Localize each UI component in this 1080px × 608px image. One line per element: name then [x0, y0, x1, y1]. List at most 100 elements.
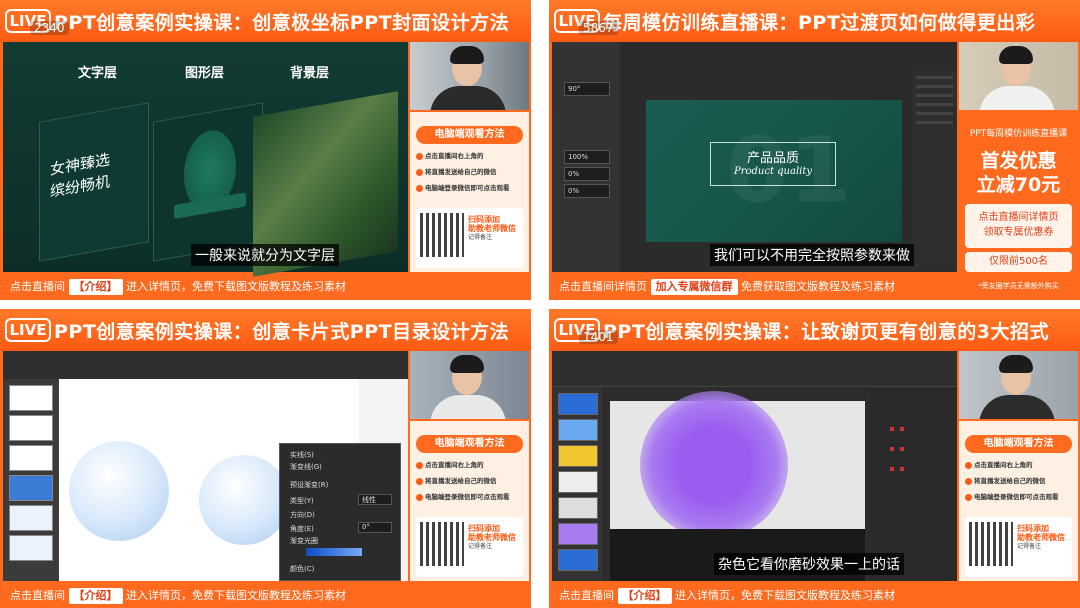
step-3: 电脑端登录微信即可点击观看: [416, 491, 524, 501]
dialog-row: 方向(D): [290, 511, 315, 519]
intro-tag[interactable]: 【介绍】: [68, 588, 123, 604]
bottom-prefix: 点击直播间: [559, 589, 614, 602]
bottom-prefix: 点击直播间: [10, 589, 65, 602]
text-layer-panel: 女神臻选 缤纷畅机: [39, 102, 149, 262]
step-bullet-icon: [416, 461, 423, 469]
qr-card[interactable]: 扫码添加 助教老师微信 记得备注: [416, 208, 523, 268]
dialog-row: 类型(Y): [290, 497, 314, 505]
gradient-stops-bar[interactable]: [306, 548, 362, 556]
promo-line-1: 首发优惠: [980, 150, 1057, 172]
dialog-row[interactable]: 实线(S): [290, 450, 314, 460]
qr-card[interactable]: 扫码添加 助教老师微信 记得备注: [965, 517, 1072, 577]
bottom-prefix: 点击直播间详情页: [559, 280, 647, 293]
title-bar: LIVE PPT创意案例实操课：创意卡片式PPT目录设计方法: [0, 309, 531, 351]
right-pane: [870, 387, 957, 581]
side-header: 电脑端观看方法: [416, 435, 523, 453]
sphere-shape[interactable]: [69, 441, 169, 541]
qr-note: 记得备注: [468, 234, 493, 241]
shared-screen: 实线(S) 渐变线(G) 预设渐变(R) 类型(Y) 线性 方向(D) 角度(E…: [3, 351, 408, 581]
step-2: 将直播发送给自己的微信: [965, 475, 1073, 485]
bottom-suffix: 进入详情页，免费下载图文版教程及练习素材: [675, 589, 895, 602]
slide-thumbnail[interactable]: [558, 523, 598, 545]
live-tile-1[interactable]: LIVE PPT创意案例实操课：创意极坐标PPT封面设计方法 2340 文字层 …: [0, 0, 531, 300]
title-bar: LIVE 每周模仿训练直播课：PPT过渡页如何做得更出彩 5867: [549, 0, 1080, 42]
slide-thumbnail[interactable]: [9, 475, 53, 501]
position-field[interactable]: 100%: [564, 150, 610, 164]
subtitle-caption: 一般来说就分为文字层: [191, 244, 339, 266]
side-header: 电脑端观看方法: [416, 126, 523, 144]
live-badge: LIVE: [5, 318, 51, 342]
presenter-camera: [410, 351, 529, 419]
slide-thumbnail[interactable]: [558, 393, 598, 415]
side-panel: 电脑端观看方法 点击直播间右上角的 将直播发送给自己的微信 电脑端登录微信即可点…: [410, 421, 529, 581]
coupon-line-2: 领取专属优惠券: [983, 227, 1054, 238]
title-bar: LIVE PPT创意案例实操课：创意极坐标PPT封面设计方法 2340: [0, 0, 531, 42]
presenter-camera: [959, 42, 1078, 110]
transparency-field[interactable]: 0%: [564, 167, 610, 181]
shared-screen: 文字层 图形层 背景层 女神臻选 缤纷畅机 一般来说就分为文字层: [3, 42, 408, 277]
angle-field[interactable]: 90°: [564, 82, 610, 96]
wechat-group-tag[interactable]: 加入专属微信群: [650, 279, 738, 295]
slide-thumbnail[interactable]: [9, 415, 53, 441]
intro-tag[interactable]: 【介绍】: [617, 588, 672, 604]
slide-thumbnail[interactable]: [558, 497, 598, 519]
qr-card[interactable]: 扫码添加 助教老师微信 记得备注: [416, 517, 523, 577]
shared-screen: 杂色它看你磨砂效果一上的话: [552, 351, 957, 581]
live-tile-2[interactable]: LIVE 每周模仿训练直播课：PPT过渡页如何做得更出彩 5867 90° 10…: [549, 0, 1080, 300]
subtitle-caption: 杂色它看你磨砂效果一上的话: [714, 553, 904, 575]
shape-layer-panel: [153, 102, 263, 262]
qr-code-icon[interactable]: [969, 522, 1013, 566]
slide-thumbnails: [552, 387, 602, 581]
type-select[interactable]: 线性: [358, 494, 392, 505]
frosted-circle-shape[interactable]: [640, 391, 788, 539]
stream-title: PPT创意案例实操课：创意极坐标PPT封面设计方法: [54, 12, 510, 34]
promo-course: PPT每周模仿训练直播课: [969, 129, 1068, 139]
ppt-ribbon: [3, 351, 408, 379]
slide-thumbnail[interactable]: [9, 505, 53, 531]
steps-list: 点击直播间右上角的 将直播发送给自己的微信 电脑端登录微信即可点击观看: [416, 150, 524, 198]
dialog-row[interactable]: 渐变线(G): [290, 462, 322, 472]
qr-note: 记得备注: [468, 543, 493, 550]
stream-title: PPT创意案例实操课：让致谢页更有创意的3大招式: [603, 321, 1050, 343]
presenter-camera: [410, 42, 529, 110]
bottom-bar: 点击直播间 【介绍】 进入详情页，免费下载图文版教程及练习素材: [549, 585, 959, 607]
step-bullet-icon: [416, 477, 423, 485]
qr-code-icon[interactable]: [420, 213, 464, 257]
slide-thumbnail[interactable]: [558, 549, 598, 571]
step-bullet-icon: [416, 152, 423, 160]
promo-panel: PPT每周模仿训练直播课 首发优惠 立减70元 点击直播间详情页 领取专属优惠券…: [959, 112, 1078, 296]
steps-list: 点击直播间右上角的 将直播发送给自己的微信 电脑端登录微信即可点击观看: [416, 459, 524, 507]
step-bullet-icon: [965, 493, 972, 501]
slide-en-title: Product quality: [733, 166, 813, 177]
coupon-line-1: 点击直播间详情页: [978, 212, 1059, 223]
layer-label-background: 背景层: [290, 66, 330, 81]
slide-thumbnail[interactable]: [558, 471, 598, 493]
dialog-row: 颜色(C): [290, 565, 315, 573]
coupon-button[interactable]: 点击直播间详情页 领取专属优惠券: [965, 204, 1072, 248]
bottom-suffix: 免费获取图文版教程及练习素材: [741, 280, 895, 293]
stream-title: PPT创意案例实操课：创意卡片式PPT目录设计方法: [54, 321, 510, 343]
bottom-suffix: 进入详情页，免费下载图文版教程及练习素材: [126, 280, 346, 293]
right-pane: [912, 70, 957, 270]
live-tile-3[interactable]: LIVE PPT创意案例实操课：创意卡片式PPT目录设计方法 实线(S) 渐变线…: [0, 309, 531, 608]
live-grid: LIVE PPT创意案例实操课：创意极坐标PPT封面设计方法 2340 文字层 …: [0, 0, 1080, 608]
intro-tag[interactable]: 【介绍】: [68, 279, 123, 295]
slide-thumbnail[interactable]: [558, 419, 598, 441]
qr-code-icon[interactable]: [420, 522, 464, 566]
slide-thumbnail[interactable]: [558, 445, 598, 467]
slide-thumbnail[interactable]: [9, 385, 53, 411]
step-bullet-icon: [416, 184, 423, 192]
slide-thumbnail[interactable]: [9, 535, 53, 561]
step-1: 点击直播间右上角的: [965, 459, 1073, 469]
viewer-count: 5867: [579, 21, 618, 35]
gradient-dialog: 实线(S) 渐变线(G) 预设渐变(R) 类型(Y) 线性 方向(D) 角度(E…: [279, 443, 401, 581]
brightness-field[interactable]: 0%: [564, 184, 610, 198]
viewer-count: 1401: [579, 330, 618, 344]
side-panel: 电脑端观看方法 点击直播间右上角的 将直播发送给自己的微信 电脑端登录微信即可点…: [410, 112, 529, 272]
angle-input[interactable]: 0°: [358, 522, 392, 533]
live-tile-4[interactable]: LIVE PPT创意案例实操课：让致谢页更有创意的3大招式 1401 杂色它看你…: [549, 309, 1080, 608]
sphere-shape[interactable]: [199, 455, 289, 545]
slide-canvas: 01 产品品质 Product quality: [646, 100, 902, 242]
slide-thumbnail[interactable]: [9, 445, 53, 471]
layer-label-text: 文字层: [78, 66, 118, 81]
